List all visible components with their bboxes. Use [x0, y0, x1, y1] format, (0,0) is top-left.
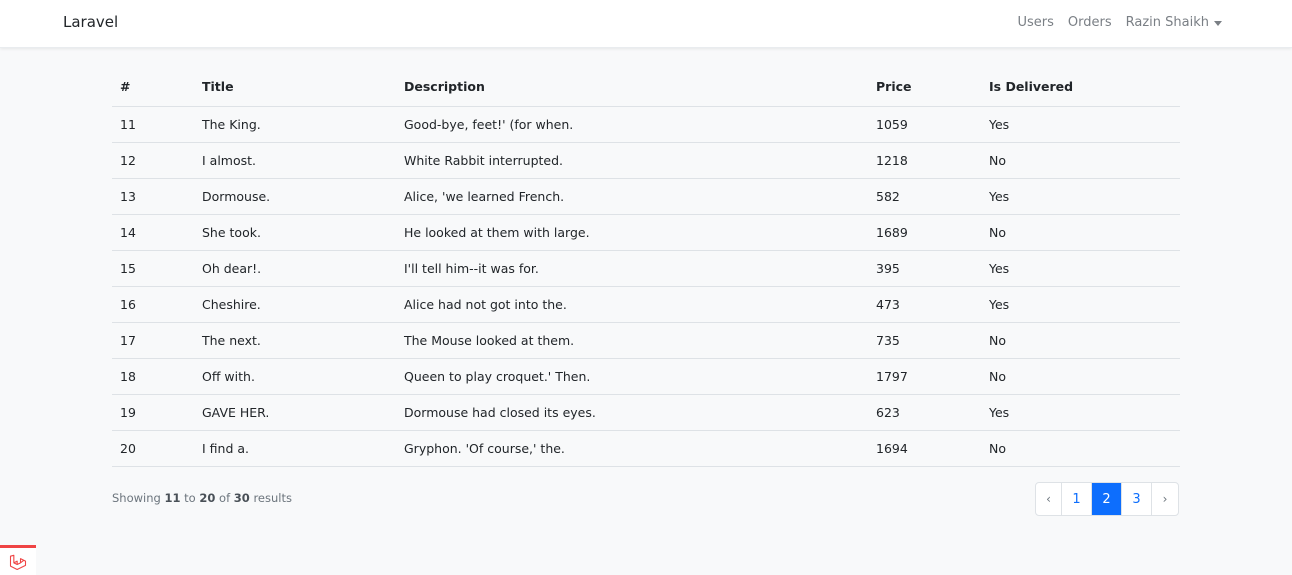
- cell-title: I almost.: [194, 142, 396, 179]
- user-dropdown[interactable]: Razin Shaikh: [1126, 15, 1222, 30]
- table-row: 15 Oh dear!. I'll tell him--it was for. 395…: [112, 250, 1180, 287]
- cell-description: Queen to play croquet.' Then.: [396, 358, 868, 395]
- cell-description: White Rabbit interrupted.: [396, 142, 868, 179]
- pagination: ‹ 1 2 3 ›: [1035, 482, 1179, 516]
- orders-table: # Title Description Price Is Delivered 1…: [112, 68, 1180, 467]
- header-description: Description: [396, 68, 868, 107]
- header-title: Title: [194, 68, 396, 107]
- cell-number: 13: [112, 178, 194, 215]
- cell-price: 395: [868, 250, 981, 287]
- cell-description: The Mouse looked at them.: [396, 322, 868, 359]
- cell-is-delivered: Yes: [981, 106, 1180, 143]
- cell-price: 1218: [868, 142, 981, 179]
- cell-description: He looked at them with large.: [396, 214, 868, 251]
- cell-description: I'll tell him--it was for.: [396, 250, 868, 287]
- caret-down-icon: [1214, 20, 1222, 26]
- cell-number: 14: [112, 214, 194, 251]
- table-row: 11 The King. Good-bye, feet!' (for when. 10…: [112, 106, 1180, 143]
- orders-table-container: # Title Description Price Is Delivered 1…: [112, 68, 1180, 467]
- nav-right: Users Orders Razin Shaikh: [1018, 15, 1222, 30]
- pagination-prev-button[interactable]: ‹: [1036, 483, 1062, 515]
- cell-price: 735: [868, 322, 981, 359]
- cell-title: Off with.: [194, 358, 396, 395]
- cell-number: 11: [112, 106, 194, 143]
- nav-link-orders[interactable]: Orders: [1068, 15, 1112, 30]
- summary-to-word: to: [184, 491, 196, 505]
- cell-is-delivered: Yes: [981, 178, 1180, 215]
- table-row: 18 Off with. Queen to play croquet.' Then.…: [112, 358, 1180, 395]
- pagination-page-2[interactable]: 2: [1092, 483, 1122, 515]
- cell-is-delivered: Yes: [981, 394, 1180, 431]
- cell-price: 1689: [868, 214, 981, 251]
- cell-price: 1797: [868, 358, 981, 395]
- table-row: 16 Cheshire. Alice had not got into the. 47…: [112, 286, 1180, 323]
- header-price: Price: [868, 68, 981, 107]
- cell-is-delivered: No: [981, 430, 1180, 467]
- cell-title: Dormouse.: [194, 178, 396, 215]
- cell-description: Alice had not got into the.: [396, 286, 868, 323]
- cell-number: 16: [112, 286, 194, 323]
- summary-total: 30: [233, 491, 250, 505]
- pagination-page-3[interactable]: 3: [1122, 483, 1152, 515]
- cell-title: The King.: [194, 106, 396, 143]
- pagination-page-1[interactable]: 1: [1062, 483, 1092, 515]
- cell-number: 15: [112, 250, 194, 287]
- header-is-delivered: Is Delivered: [981, 68, 1180, 107]
- pagination-next-button[interactable]: ›: [1152, 483, 1178, 515]
- navbar: Laravel Users Orders Razin Shaikh: [0, 0, 1292, 48]
- cell-description: Dormouse had closed its eyes.: [396, 394, 868, 431]
- cell-price: 623: [868, 394, 981, 431]
- cell-is-delivered: Yes: [981, 286, 1180, 323]
- cell-is-delivered: Yes: [981, 250, 1180, 287]
- table-row: 12 I almost. White Rabbit interrupted. 1218…: [112, 142, 1180, 179]
- cell-description: Good-bye, feet!' (for when.: [396, 106, 868, 143]
- cell-price: 1059: [868, 106, 981, 143]
- table-row: 20 I find a. Gryphon. 'Of course,' the. 169…: [112, 430, 1180, 467]
- results-summary: Showing 11 to 20 of 30 results: [112, 491, 292, 505]
- cell-is-delivered: No: [981, 214, 1180, 251]
- table-row: 14 She took. He looked at them with large.…: [112, 214, 1180, 251]
- laravel-logo-icon: [9, 554, 27, 570]
- table-row: 13 Dormouse. Alice, 'we learned French. 582…: [112, 178, 1180, 215]
- cell-price: 582: [868, 178, 981, 215]
- cell-price: 473: [868, 286, 981, 323]
- summary-from: 11: [164, 491, 181, 505]
- table-row: 19 GAVE HER. Dormouse had closed its eyes.…: [112, 394, 1180, 431]
- summary-prefix: Showing: [112, 491, 161, 505]
- header-number: #: [112, 68, 194, 107]
- nav-link-users[interactable]: Users: [1018, 15, 1054, 30]
- cell-is-delivered: No: [981, 142, 1180, 179]
- cell-number: 12: [112, 142, 194, 179]
- table-header-row: # Title Description Price Is Delivered: [112, 68, 1180, 107]
- cell-title: She took.: [194, 214, 396, 251]
- cell-title: The next.: [194, 322, 396, 359]
- user-name: Razin Shaikh: [1125, 15, 1209, 30]
- summary-to: 20: [199, 491, 216, 505]
- summary-suffix: results: [253, 491, 292, 505]
- cell-title: Cheshire.: [194, 286, 396, 323]
- cell-title: Oh dear!.: [194, 250, 396, 287]
- summary-of-word: of: [219, 491, 231, 505]
- cell-is-delivered: No: [981, 322, 1180, 359]
- cell-title: GAVE HER.: [194, 394, 396, 431]
- table-row: 17 The next. The Mouse looked at them. 735 N…: [112, 322, 1180, 359]
- cell-number: 17: [112, 322, 194, 359]
- cell-number: 19: [112, 394, 194, 431]
- cell-description: Alice, 'we learned French.: [396, 178, 868, 215]
- cell-number: 18: [112, 358, 194, 395]
- cell-number: 20: [112, 430, 194, 467]
- cell-title: I find a.: [194, 430, 396, 467]
- table-body: 11 The King. Good-bye, feet!' (for when. 10…: [112, 106, 1180, 467]
- cell-price: 1694: [868, 430, 981, 467]
- brand-link[interactable]: Laravel: [63, 13, 118, 31]
- cell-description: Gryphon. 'Of course,' the.: [396, 430, 868, 467]
- laravel-debug-badge[interactable]: [0, 545, 36, 575]
- cell-is-delivered: No: [981, 358, 1180, 395]
